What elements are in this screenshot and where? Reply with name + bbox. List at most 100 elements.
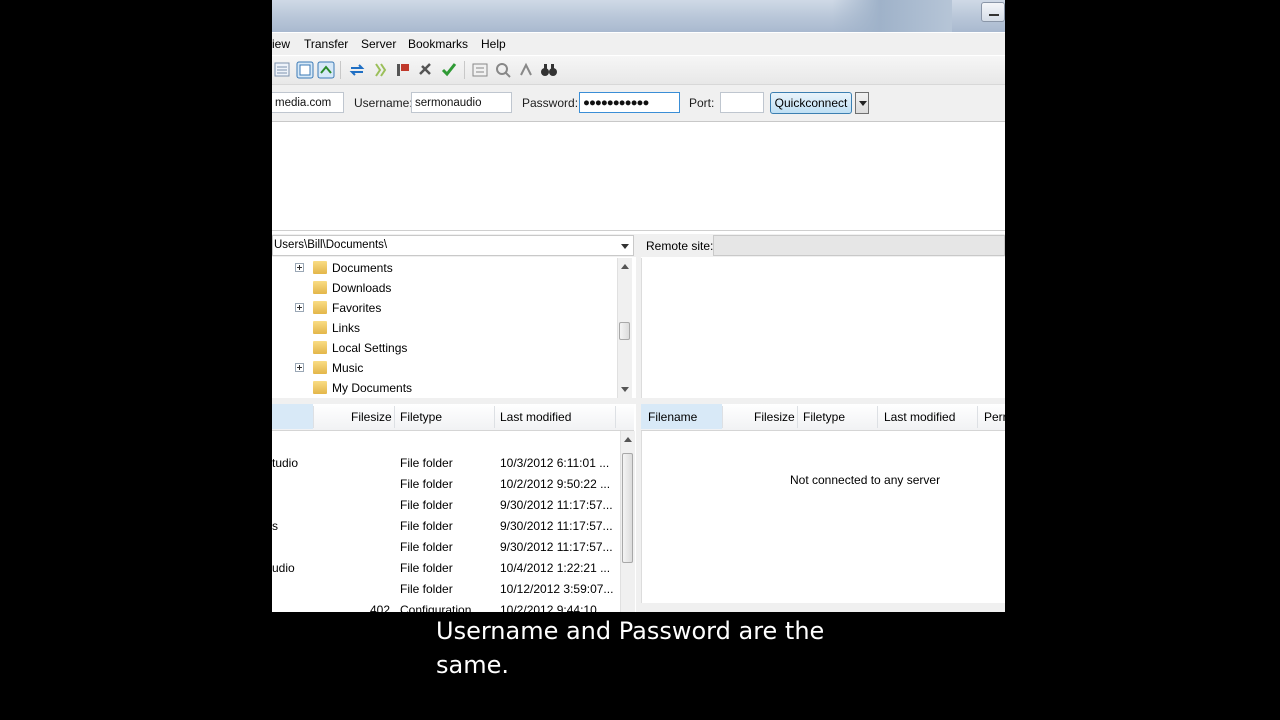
- folder-icon: [313, 361, 327, 374]
- local-file-list: tudio File folder 10/3/2012 6:11:01 ... Fil…: [272, 431, 620, 612]
- reconnect-icon[interactable]: [440, 61, 458, 79]
- folder-icon: [313, 321, 327, 334]
- file-modified: 9/30/2012 11:17:57...: [500, 540, 613, 554]
- remote-file-header: Filename Filesize Filetype Last modified…: [641, 404, 1005, 431]
- not-connected-message: Not connected to any server: [790, 473, 941, 487]
- scroll-up-icon[interactable]: [621, 264, 629, 269]
- tree-item[interactable]: My Documents: [272, 378, 617, 398]
- file-row[interactable]: File folder 9/30/2012 11:17:57...: [272, 536, 620, 557]
- local-path-combobox[interactable]: Users\Bill\Documents\: [272, 235, 634, 256]
- local-col-last-modified[interactable]: Last modified: [500, 410, 571, 424]
- tree-item-label: Links: [332, 321, 361, 335]
- file-type: File folder: [400, 519, 453, 533]
- scroll-thumb[interactable]: [619, 322, 630, 340]
- remote-path-combobox[interactable]: [713, 235, 1005, 256]
- file-modified: 10/4/2012 1:22:21 ...: [500, 561, 611, 575]
- username-input[interactable]: [411, 92, 512, 113]
- file-modified: 10/3/2012 6:11:01 ...: [500, 456, 610, 470]
- remote-file-list: Not connected to any server: [641, 431, 1005, 603]
- file-type: File folder: [400, 582, 453, 596]
- file-row[interactable]: 402 Configuration 10/2/2012 9:44:10: [272, 599, 620, 612]
- file-size: 402: [369, 603, 390, 612]
- file-modified: 9/30/2012 11:17:57...: [500, 498, 613, 512]
- toolbar: [272, 56, 1005, 85]
- title-bar: [272, 0, 1005, 32]
- expand-plus-icon[interactable]: [295, 263, 304, 272]
- file-row[interactable]: File folder 10/12/2012 3:59:07...: [272, 578, 620, 599]
- local-tree-scrollbar[interactable]: [617, 258, 632, 398]
- toggle-queue-icon[interactable]: [317, 61, 335, 79]
- menu-view[interactable]: iew: [272, 37, 290, 51]
- directory-listing-filters-icon[interactable]: [471, 61, 489, 79]
- menu-help[interactable]: Help: [481, 37, 506, 51]
- file-row[interactable]: udio File folder 10/4/2012 1:22:21 ...: [272, 557, 620, 578]
- tree-item[interactable]: Favorites: [272, 298, 617, 318]
- file-modified: 10/12/2012 3:59:07...: [500, 582, 614, 596]
- remote-col-filesize[interactable]: Filesize: [754, 410, 795, 424]
- remote-col-last-modified[interactable]: Last modified: [884, 410, 955, 424]
- username-label: Username:: [354, 96, 413, 110]
- local-files-scrollbar[interactable]: [620, 431, 635, 612]
- process-queue-icon[interactable]: [371, 61, 389, 79]
- file-type: File folder: [400, 498, 453, 512]
- toggle-tree-icon[interactable]: [296, 61, 314, 79]
- quickconnect-dropdown-button[interactable]: [855, 92, 869, 114]
- menu-transfer[interactable]: Transfer: [304, 37, 348, 51]
- file-name: udio: [272, 561, 295, 575]
- password-input[interactable]: [579, 92, 680, 113]
- toggle-log-icon[interactable]: [274, 61, 292, 79]
- scroll-thumb[interactable]: [622, 453, 633, 563]
- cancel-operation-icon[interactable]: [394, 61, 412, 79]
- folder-icon: [313, 281, 327, 294]
- expand-plus-icon[interactable]: [295, 363, 304, 372]
- local-directory-tree: Documents Downloads Favorites Links Local Se…: [272, 258, 634, 398]
- local-path-text: Users\Bill\Documents\: [274, 239, 388, 251]
- tree-item-label: Music: [332, 361, 364, 375]
- file-row[interactable]: File folder 9/30/2012 11:17:57...: [272, 494, 620, 515]
- remote-col-permissions[interactable]: Perr: [984, 410, 1005, 424]
- local-file-header: Filesize Filetype Last modified: [272, 404, 634, 431]
- quickconnect-button[interactable]: Quickconnect: [770, 92, 852, 114]
- chevron-down-icon[interactable]: [621, 244, 629, 249]
- remote-directory-tree: [641, 258, 1005, 398]
- refresh-icon[interactable]: [348, 61, 366, 79]
- quickconnect-bar: Username: Password: Port: Quickconnect: [272, 85, 1005, 122]
- file-type: File folder: [400, 561, 453, 575]
- folder-icon: [313, 261, 327, 274]
- menu-server[interactable]: Server: [361, 37, 396, 51]
- disconnect-icon[interactable]: [417, 61, 435, 79]
- file-type: File folder: [400, 456, 453, 470]
- compare-directories-icon[interactable]: [494, 61, 512, 79]
- tree-item[interactable]: Music: [272, 358, 617, 378]
- tree-item[interactable]: Local Settings: [272, 338, 617, 358]
- synchronized-browsing-icon[interactable]: [517, 61, 535, 79]
- tree-item-label: Favorites: [332, 301, 382, 315]
- folder-icon: [313, 341, 327, 354]
- minimize-button[interactable]: [981, 2, 1005, 22]
- file-row[interactable]: tudio File folder 10/3/2012 6:11:01 ...: [272, 452, 620, 473]
- tree-item-label: Downloads: [332, 281, 392, 295]
- search-binoculars-icon[interactable]: [540, 61, 558, 79]
- menu-bookmarks[interactable]: Bookmarks: [408, 37, 468, 51]
- file-type: File folder: [400, 540, 453, 554]
- remote-site-bar: Remote site:: [641, 234, 1005, 257]
- file-modified: 9/30/2012 11:17:57...: [500, 519, 613, 533]
- remote-col-filename[interactable]: Filename: [648, 410, 697, 424]
- expand-plus-icon[interactable]: [295, 303, 304, 312]
- remote-hscrollbar[interactable]: [641, 603, 1005, 612]
- port-label: Port:: [689, 96, 715, 110]
- tree-item[interactable]: Downloads: [272, 278, 617, 298]
- tree-item[interactable]: Links: [272, 318, 617, 338]
- file-type: Configuration: [400, 603, 472, 612]
- scroll-down-icon[interactable]: [621, 387, 629, 392]
- local-col-filetype[interactable]: Filetype: [400, 410, 442, 424]
- file-row[interactable]: s File folder 9/30/2012 11:17:57...: [272, 515, 620, 536]
- file-name: tudio: [272, 456, 299, 470]
- local-col-filesize[interactable]: Filesize: [351, 410, 392, 424]
- remote-col-filetype[interactable]: Filetype: [803, 410, 845, 424]
- host-input[interactable]: [272, 92, 344, 113]
- scroll-up-icon[interactable]: [624, 437, 632, 442]
- port-input[interactable]: [720, 92, 764, 113]
- file-row[interactable]: File folder 10/2/2012 9:50:22 ...: [272, 473, 620, 494]
- tree-item[interactable]: Documents: [272, 258, 617, 278]
